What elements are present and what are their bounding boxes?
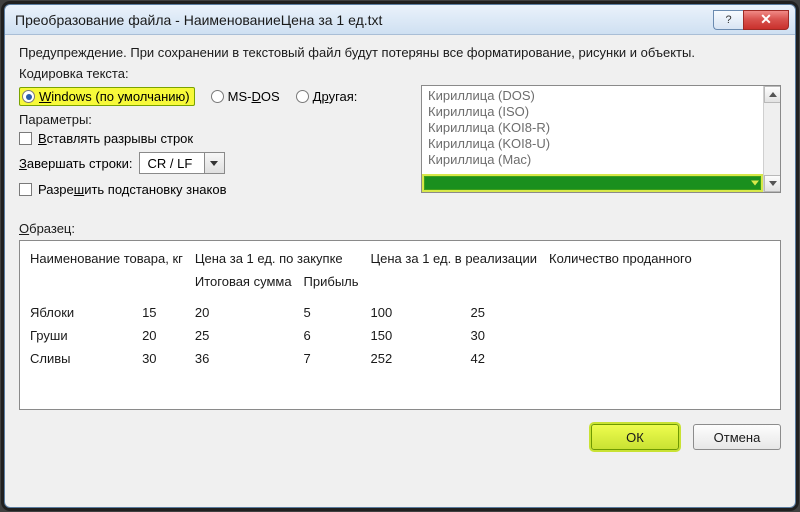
list-item[interactable]: Кириллица (Mac) [428,152,760,168]
table-header-row-2: Итоговая сумма Прибыль [30,270,704,293]
radio-other[interactable]: Другая: [296,89,358,104]
window-controls: ? ✕ [713,10,789,30]
close-button[interactable]: ✕ [743,10,789,30]
ok-button[interactable]: ОК [591,424,679,450]
ok-button-label: ОК [626,430,644,445]
line-endings-combo[interactable]: CR / LF [139,152,225,174]
params-label: Параметры: [19,112,411,127]
warning-text: Предупреждение. При сохранении в текстов… [19,45,781,60]
checkbox-insert-breaks[interactable]: Вставлять разрывы строк [19,131,411,146]
chevron-up-icon [769,92,777,97]
cancel-button-label: Отмена [714,430,761,445]
radio-windows-label: Windows (по умолчанию) [39,89,190,104]
list-item[interactable]: Кириллица (ISO) [428,104,760,120]
encoding-list-items: Кириллица (DOS) Кириллица (ISO) Кириллиц… [422,86,780,170]
checkbox-allow-substitution[interactable]: Разрешить подстановку знаков [19,182,411,197]
scroll-down-button[interactable] [764,175,781,192]
help-icon: ? [725,14,731,26]
col-profit: Прибыль [304,270,371,293]
preview-label: Образец: [19,221,781,236]
radio-msdos[interactable]: MS-DOS [211,89,280,104]
col-sell: Цена за 1 ед. в реализации [371,247,549,270]
scroll-up-button[interactable] [764,86,781,103]
preview-table: Наименование товара, кг Цена за 1 ед. по… [30,247,704,370]
list-item[interactable]: Кириллица (KOI8-R) [428,120,760,136]
dialog-buttons: ОК Отмена [19,424,781,450]
radio-other-label: Другая: [313,89,358,104]
chevron-down-icon [751,181,759,186]
col-qty: Количество проданного [549,247,704,270]
encoding-label: Кодировка текста: [19,66,781,81]
chevron-down-icon [204,153,224,173]
table-row: Яблоки 15 20 5 100 25 [30,301,704,324]
encoding-listbox[interactable]: Кириллица (DOS) Кириллица (ISO) Кириллиц… [421,85,781,193]
col-name: Наименование товара, кг [30,247,195,270]
window-title: Преобразование файла - НаименованиеЦена … [15,12,713,28]
dialog-body: Предупреждение. При сохранении в текстов… [5,35,795,507]
table-header-row: Наименование товара, кг Цена за 1 ед. по… [30,247,704,270]
checkbox-box-icon [19,132,32,145]
encoding-radio-group: Windows (по умолчанию) MS-DOS Другая: [19,87,411,106]
preview-box: Наименование товара, кг Цена за 1 ед. по… [19,240,781,410]
titlebar: Преобразование файла - НаименованиеЦена … [5,5,795,35]
help-button[interactable]: ? [713,10,743,30]
table-row: Груши 20 25 6 150 30 [30,324,704,347]
table-row: Сливы 30 36 7 252 42 [30,347,704,370]
checkbox-insert-breaks-label: Вставлять разрывы строк [38,131,193,146]
checkbox-allow-substitution-label: Разрешить подстановку знаков [38,182,227,197]
chevron-down-icon [769,181,777,186]
line-endings-value: CR / LF [140,156,204,171]
close-icon: ✕ [760,11,772,28]
radio-dot-icon [22,90,35,103]
radio-dot-icon [296,90,309,103]
radio-dot-icon [211,90,224,103]
col-total: Итоговая сумма [195,270,304,293]
list-item[interactable]: Кириллица (KOI8-U) [428,136,760,152]
encoding-list-selected[interactable] [422,174,763,192]
dialog-window: Преобразование файла - НаименованиеЦена … [4,4,796,508]
list-item[interactable]: Кириллица (DOS) [428,88,760,104]
col-buy: Цена за 1 ед. по закупке [195,247,371,270]
checkbox-box-icon [19,183,32,196]
radio-windows[interactable]: Windows (по умолчанию) [19,87,195,106]
cancel-button[interactable]: Отмена [693,424,781,450]
line-endings-label: Завершать строки: [19,156,133,171]
radio-msdos-label: MS-DOS [228,89,280,104]
scrollbar[interactable] [763,86,780,192]
